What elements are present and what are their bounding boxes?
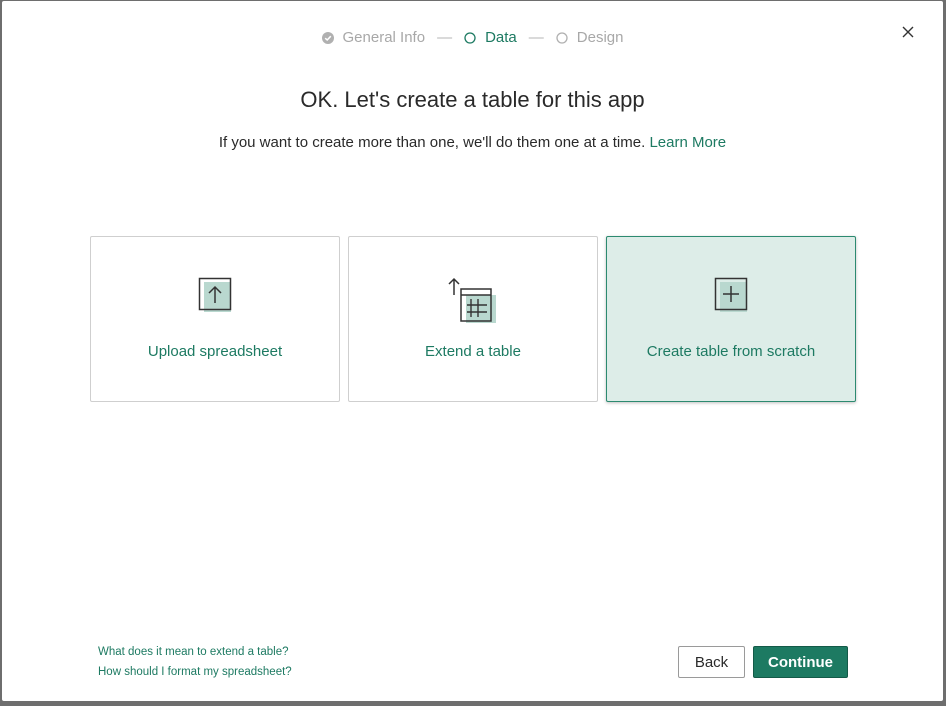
- active-circle-icon: [464, 31, 476, 44]
- add-table-icon: [714, 277, 748, 312]
- step-data[interactable]: Data: [464, 29, 517, 46]
- step-design[interactable]: Design: [556, 29, 624, 46]
- table-options: Upload spreadsheet Extend a table Create…: [90, 236, 856, 402]
- continue-button[interactable]: Continue: [753, 646, 848, 678]
- option-extend-table[interactable]: Extend a table: [348, 236, 598, 402]
- create-table-dialog: General Info — Data — Design OK. Let's c…: [2, 1, 943, 701]
- option-label: Extend a table: [425, 343, 521, 360]
- learn-more-link[interactable]: Learn More: [649, 134, 726, 151]
- help-links: What does it mean to extend a table? How…: [98, 642, 292, 682]
- dialog-subtitle: If you want to create more than one, we'…: [2, 134, 943, 151]
- back-button[interactable]: Back: [678, 646, 745, 678]
- empty-circle-icon: [556, 31, 568, 44]
- help-link-extend-table[interactable]: What does it mean to extend a table?: [98, 642, 292, 662]
- upload-icon: [198, 277, 232, 312]
- step-label: General Info: [342, 29, 426, 46]
- option-create-from-scratch[interactable]: Create table from scratch: [606, 236, 856, 402]
- step-label: Design: [576, 29, 624, 46]
- extend-table-icon: [448, 277, 496, 323]
- close-button[interactable]: [899, 23, 917, 41]
- step-general-info[interactable]: General Info: [321, 29, 426, 46]
- option-label: Create table from scratch: [646, 343, 816, 360]
- dialog-title: OK. Let's create a table for this app: [300, 87, 645, 112]
- subtitle-text: If you want to create more than one, we'…: [218, 134, 646, 151]
- help-link-format-spreadsheet[interactable]: How should I format my spreadsheet?: [98, 662, 292, 682]
- step-separator: —: [437, 29, 453, 46]
- option-upload-spreadsheet[interactable]: Upload spreadsheet: [90, 236, 340, 402]
- step-separator: —: [528, 29, 544, 46]
- option-label: Upload spreadsheet: [147, 343, 283, 360]
- step-label: Data: [485, 29, 517, 46]
- close-icon: [902, 26, 914, 38]
- check-circle-icon: [321, 31, 334, 44]
- wizard-stepper: General Info — Data — Design: [2, 29, 943, 46]
